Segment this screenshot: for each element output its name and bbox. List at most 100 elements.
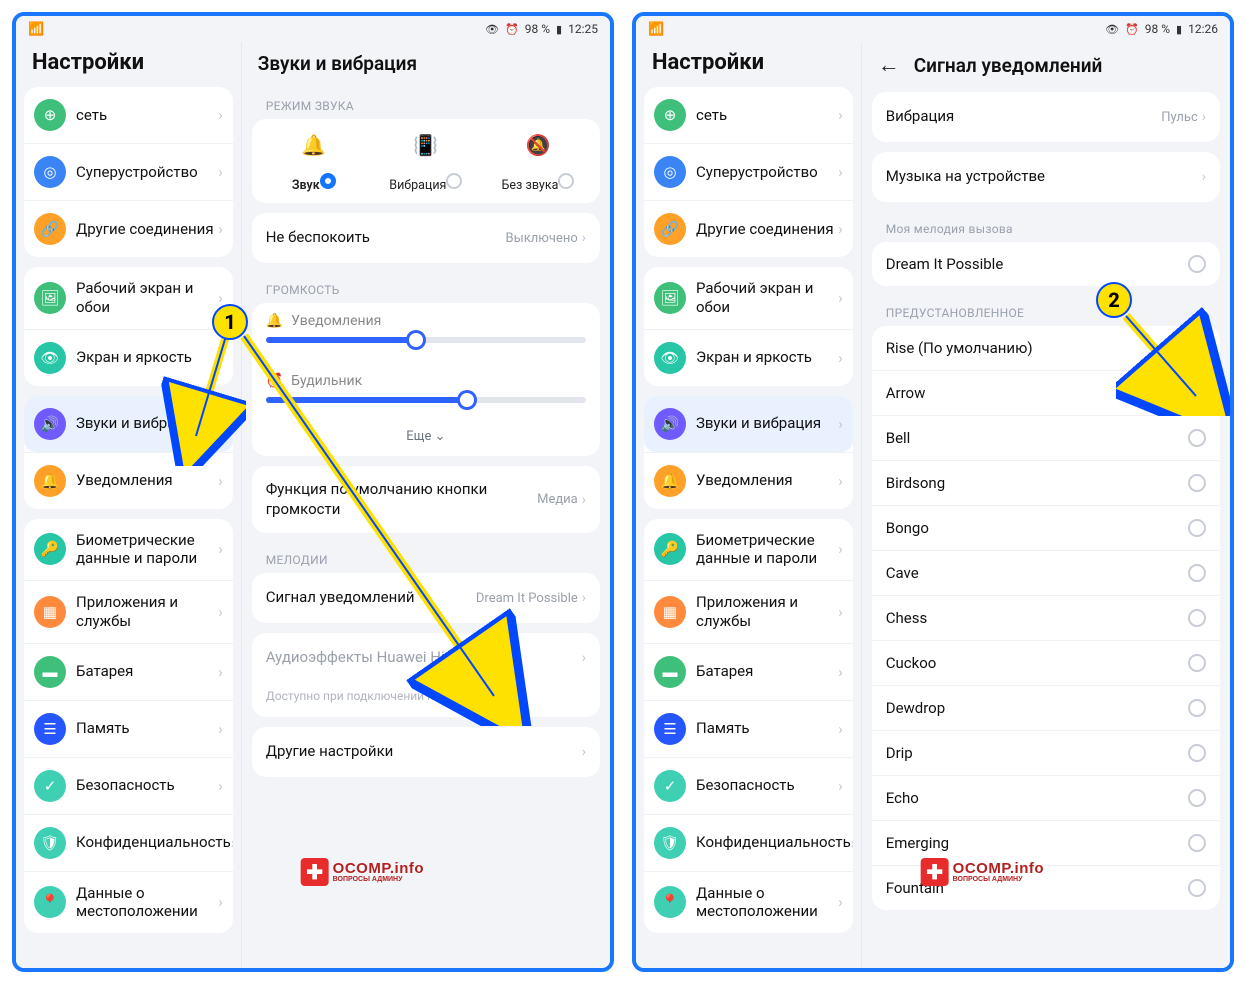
network-icon: ⊕ (34, 99, 66, 131)
chevron-right-icon: › (838, 163, 843, 181)
sidebar-item-wallpaper[interactable]: 🖼Рабочий экран и обои› (644, 267, 853, 329)
ringtone-option[interactable]: Echo (872, 775, 1220, 820)
section-sound-mode: РЕЖИМ ЗВУКА (252, 89, 600, 119)
sidebar-item-battery[interactable]: ▬Батарея› (24, 643, 233, 700)
pin-icon: 📍 (34, 886, 66, 918)
chevron-right-icon: › (582, 492, 586, 508)
bell-small-icon: 🔔 (266, 313, 283, 329)
ringtone-label: Bongo (886, 519, 1188, 537)
sidebar-item-privacy[interactable]: 🛡Конфиденциальность› (24, 814, 233, 871)
sidebar-item-network[interactable]: ⊕сеть› (644, 87, 853, 143)
ringtone-option[interactable]: Arrow (872, 370, 1220, 415)
ringtone-option[interactable]: Birdsong (872, 460, 1220, 505)
chevron-right-icon: › (218, 663, 223, 681)
sidebar-item-notifications[interactable]: 🔔Уведомления› (24, 452, 233, 509)
ringtone-option[interactable]: Chess (872, 595, 1220, 640)
ringtone-label: Drip (886, 744, 1188, 762)
volume-more[interactable]: Еще ⌄ (252, 423, 600, 456)
superdevice-icon: ◎ (34, 156, 66, 188)
sidebar-item-privacy[interactable]: 🛡Конфиденциальность› (644, 814, 853, 871)
vibrate-icon: 📳 (370, 133, 482, 157)
ringtone-label: Arrow (886, 384, 1188, 402)
sidebar-item-superdevice[interactable]: ◎Суперустройство› (644, 143, 853, 200)
chevron-right-icon: › (838, 415, 843, 433)
chevron-right-icon: › (838, 720, 843, 738)
ringtone-option[interactable]: Bell (872, 415, 1220, 460)
vibration-row[interactable]: ВибрацияПульс› (872, 92, 1220, 142)
sidebar-item-notifications[interactable]: 🔔Уведомления› (644, 452, 853, 509)
mode-vibrate[interactable]: 📳Вибрация (370, 133, 482, 193)
sidebar-item-display[interactable]: 👁Экран и яркость› (644, 329, 853, 386)
sidebar-title: Настройки (24, 42, 233, 87)
chevron-right-icon: › (218, 349, 223, 367)
sounds-panel: Звуки и вибрация РЕЖИМ ЗВУКА 🔔Звук 📳Вибр… (242, 42, 610, 972)
sidebar-item-location[interactable]: 📍Данные о местоположении› (24, 871, 233, 934)
ringtone-custom[interactable]: Dream It Possible (872, 242, 1220, 286)
sidebar-item-wallpaper[interactable]: 🖼Рабочий экран и обои› (24, 267, 233, 329)
mode-sound[interactable]: 🔔Звук (258, 133, 370, 193)
chevron-right-icon: › (851, 834, 853, 852)
notification-sound-panel: ←Сигнал уведомлений ВибрацияПульс› Музык… (862, 42, 1230, 972)
sidebar-item-location[interactable]: 📍Данные о местоположении› (644, 871, 853, 934)
chevron-right-icon: › (582, 590, 586, 606)
sidebar-item-network[interactable]: ⊕сеть› (24, 87, 233, 143)
ringtone-option[interactable]: Drip (872, 730, 1220, 775)
privacy-icon: 🛡 (34, 827, 66, 859)
sidebar-item-apps[interactable]: ▦Приложения и службы› (644, 580, 853, 643)
chevron-right-icon: › (838, 540, 843, 558)
radio-icon (1188, 519, 1206, 537)
chevron-right-icon: › (838, 289, 843, 307)
radio-icon (558, 173, 574, 189)
chevron-right-icon: › (218, 893, 223, 911)
chevron-right-icon: › (218, 106, 223, 124)
sidebar-item-biometrics[interactable]: 🔑Биометрические данные и пароли› (24, 519, 233, 581)
sound-icon: 🔊 (34, 408, 66, 440)
notification-sound-row[interactable]: Сигнал уведомленийDream It Possible› (252, 573, 600, 623)
ringtone-option[interactable]: Rise (По умолчанию) (872, 326, 1220, 370)
ringtone-option[interactable]: Bongo (872, 505, 1220, 550)
sidebar-item-superdevice[interactable]: ◎Суперустройство› (24, 143, 233, 200)
ringtone-option[interactable]: Cuckoo (872, 640, 1220, 685)
sidebar-item-connections[interactable]: 🔗Другие соединения› (24, 200, 233, 257)
section-volume: ГРОМКОСТЬ (252, 273, 600, 303)
eye-icon: 👁 (34, 342, 66, 374)
volume-key-default[interactable]: Функция по умолчанию кнопки громкостиМед… (252, 466, 600, 533)
battery-icon: ▮ (1176, 23, 1182, 36)
chevron-right-icon: › (582, 650, 586, 666)
radio-icon (1188, 609, 1206, 627)
sidebar-item-security[interactable]: ✓Безопасность› (644, 757, 853, 814)
status-bar: 📶 👁 ⏰ 98 % ▮ 12:25 (16, 16, 610, 42)
battery-text: 98 % (525, 22, 550, 36)
settings-sidebar: Настройки ⊕сеть› ◎Суперустройство› 🔗Друг… (16, 42, 242, 972)
ringtone-option[interactable]: Cave (872, 550, 1220, 595)
sidebar-item-security[interactable]: ✓Безопасность› (24, 757, 233, 814)
shield-icon: ✓ (654, 770, 686, 802)
section-preset: ПРЕДУСТАНОВЛЕННОЕ (872, 296, 1220, 326)
other-settings-row[interactable]: Другие настройки› (252, 727, 600, 777)
radio-icon (1188, 255, 1206, 273)
sidebar-item-biometrics[interactable]: 🔑Биометрические данные и пароли› (644, 519, 853, 581)
sidebar-item-battery[interactable]: ▬Батарея› (644, 643, 853, 700)
device-music-row[interactable]: Музыка на устройстве› (872, 152, 1220, 202)
sidebar-item-connections[interactable]: 🔗Другие соединения› (644, 200, 853, 257)
dnd-row[interactable]: Не беспокоитьВыключено› (252, 213, 600, 263)
sidebar-item-storage[interactable]: ☰Память› (24, 700, 233, 757)
sidebar-item-sounds[interactable]: 🔊Звуки и вибрация› (644, 396, 853, 452)
histen-row[interactable]: Аудиоэффекты Huawei Histen› (252, 633, 600, 683)
screenshot-right: 📶 👁 ⏰ 98 % ▮ 12:26 Настройки ⊕сеть› ◎Суп… (632, 12, 1234, 972)
chevron-right-icon: › (838, 777, 843, 795)
slider-alarm[interactable]: ⏰Будильник (252, 363, 600, 423)
ringtone-option[interactable]: Dewdrop (872, 685, 1220, 730)
back-arrow-icon[interactable]: ← (878, 52, 900, 78)
sidebar-item-storage[interactable]: ☰Память› (644, 700, 853, 757)
sidebar-item-sounds[interactable]: 🔊Звуки и вибрация› (24, 396, 233, 452)
sidebar-item-apps[interactable]: ▦Приложения и службы› (24, 580, 233, 643)
slider-notifications[interactable]: 🔔Уведомления (252, 303, 600, 363)
radio-selected (320, 173, 336, 189)
mode-silent[interactable]: 🔕Без звука (482, 133, 594, 193)
chevron-right-icon: › (838, 603, 843, 621)
sidebar-item-display[interactable]: 👁Экран и яркость› (24, 329, 233, 386)
privacy-icon: 🛡 (654, 827, 686, 859)
storage-icon: ☰ (34, 713, 66, 745)
bell-off-icon: 🔕 (482, 133, 594, 157)
